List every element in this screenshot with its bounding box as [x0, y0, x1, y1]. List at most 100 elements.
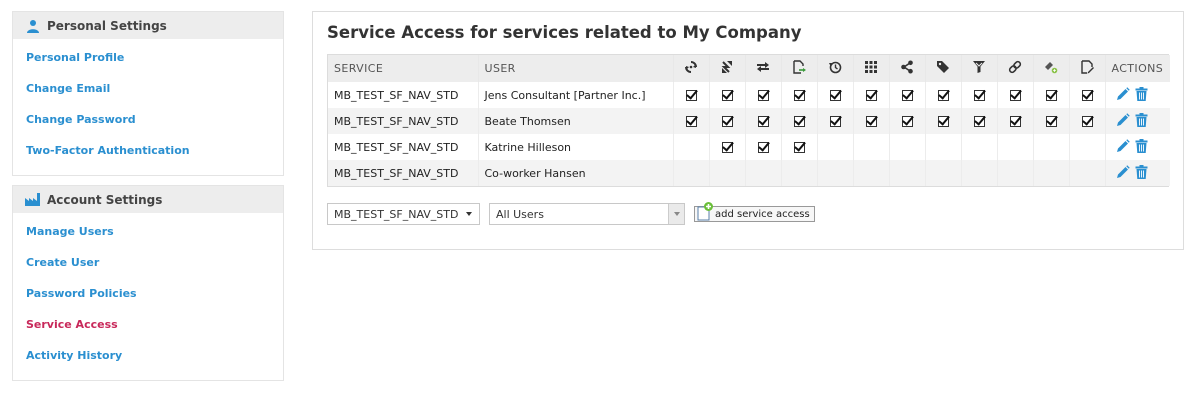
permission-cell-sync: [672, 108, 709, 134]
table-row: MB_TEST_SF_NAV_STD Katrine Hilleson: [328, 134, 1170, 160]
trash-icon[interactable]: [1135, 164, 1148, 182]
nav-manage-users[interactable]: Manage Users: [13, 221, 283, 252]
permission-cell-history: [816, 134, 853, 160]
account-settings-header: Account Settings: [13, 186, 283, 213]
service-cell: MB_TEST_SF_NAV_STD: [328, 82, 478, 108]
service-access-table: SERVICE USER ACTIONS MB_TEST_SF_NAV_STD …: [327, 54, 1170, 187]
table-header-row: SERVICE USER ACTIONS: [328, 55, 1170, 82]
checkbox-checked[interactable]: [757, 116, 769, 127]
checkbox-checked[interactable]: [937, 116, 949, 127]
checkbox-checked[interactable]: [721, 90, 733, 101]
permission-cell-swap: [744, 82, 781, 108]
pencil-icon[interactable]: [1116, 112, 1130, 130]
permission-cell-transfer: [708, 82, 745, 108]
service-access-card: Service Access for services related to M…: [312, 11, 1184, 250]
checkbox-checked[interactable]: [937, 90, 949, 101]
nav-create-user[interactable]: Create User: [13, 252, 283, 283]
checkbox-checked[interactable]: [685, 90, 697, 101]
permission-cell-history: [816, 82, 853, 108]
nav-two-factor-authentication[interactable]: Two-Factor Authentication: [13, 140, 283, 171]
permission-cell-export: [780, 160, 817, 186]
checkbox-checked[interactable]: [865, 116, 877, 127]
user-cell: Jens Consultant [Partner Inc.]: [477, 82, 673, 108]
nav-personal-profile[interactable]: Personal Profile: [13, 47, 283, 78]
actions-cell: [1104, 108, 1170, 134]
swap-icon: [744, 55, 781, 82]
checkbox-checked[interactable]: [1081, 116, 1093, 127]
checkbox-checked[interactable]: [829, 90, 841, 101]
permission-cell-link: [996, 134, 1033, 160]
nav-service-access[interactable]: Service Access: [13, 314, 283, 345]
export-icon: [780, 55, 817, 82]
checkbox-checked[interactable]: [901, 116, 913, 127]
checkbox-checked[interactable]: [829, 116, 841, 127]
service-select[interactable]: MB_TEST_SF_NAV_STD: [327, 203, 480, 225]
checkbox-checked[interactable]: [1009, 116, 1021, 127]
checkbox-checked[interactable]: [1045, 116, 1057, 127]
transfer-icon: [708, 55, 745, 82]
nav-change-email[interactable]: Change Email: [13, 78, 283, 109]
permission-cell-edit: [1068, 160, 1105, 186]
history-icon: [816, 55, 853, 82]
checkbox-checked[interactable]: [1045, 90, 1057, 101]
pencil-icon[interactable]: [1116, 86, 1130, 104]
permission-cell-swap: [744, 160, 781, 186]
permission-cell-sync: [672, 134, 709, 160]
checkbox-checked[interactable]: [793, 142, 805, 153]
service-select-value: MB_TEST_SF_NAV_STD: [334, 207, 459, 221]
table-row: MB_TEST_SF_NAV_STD Beate Thomsen: [328, 108, 1170, 134]
checkbox-checked[interactable]: [793, 116, 805, 127]
permission-cell-transfer: [708, 160, 745, 186]
permission-cell-swap: [744, 134, 781, 160]
permission-cell-share: [888, 108, 925, 134]
nav-change-password[interactable]: Change Password: [13, 109, 283, 140]
checkbox-checked[interactable]: [901, 90, 913, 101]
checkbox-checked[interactable]: [721, 116, 733, 127]
factory-icon: [25, 192, 40, 207]
permission-cell-transfer: [708, 108, 745, 134]
permission-cell-grid: [852, 134, 889, 160]
trash-icon[interactable]: [1135, 138, 1148, 156]
table-body: MB_TEST_SF_NAV_STD Jens Consultant [Partn…: [328, 82, 1170, 186]
checkbox-checked[interactable]: [1009, 90, 1021, 101]
add-access-controls: MB_TEST_SF_NAV_STD All Users add service…: [327, 202, 815, 225]
nav-password-policies[interactable]: Password Policies: [13, 283, 283, 314]
checkbox-checked[interactable]: [757, 142, 769, 153]
checkbox-checked[interactable]: [721, 142, 733, 153]
checkbox-checked[interactable]: [757, 90, 769, 101]
user-cell: Co-worker Hansen: [477, 160, 673, 186]
checkbox-checked[interactable]: [865, 90, 877, 101]
user-cell: Katrine Hilleson: [477, 134, 673, 160]
user-cell: Beate Thomsen: [477, 108, 673, 134]
checkbox-checked[interactable]: [973, 90, 985, 101]
permission-cell-transfer: [708, 134, 745, 160]
service-cell: MB_TEST_SF_NAV_STD: [328, 134, 478, 160]
permission-cell-key: [1032, 108, 1069, 134]
permission-cell-key: [1032, 134, 1069, 160]
checkbox-checked[interactable]: [1081, 90, 1093, 101]
user-select[interactable]: All Users: [489, 203, 685, 225]
dropdown-arrow-icon[interactable]: [668, 204, 684, 224]
actions-cell: [1104, 134, 1170, 160]
permission-cell-filter: [960, 134, 997, 160]
pencil-icon[interactable]: [1116, 164, 1130, 182]
checkbox-checked[interactable]: [793, 90, 805, 101]
permission-cell-link: [996, 82, 1033, 108]
checkbox-checked[interactable]: [973, 116, 985, 127]
checkbox-checked[interactable]: [685, 116, 697, 127]
link-icon: [996, 55, 1033, 82]
permission-cell-export: [780, 134, 817, 160]
permission-cell-link: [996, 108, 1033, 134]
pencil-icon[interactable]: [1116, 138, 1130, 156]
edit-icon: [1068, 55, 1105, 82]
permission-cell-tag: [924, 160, 961, 186]
column-header-actions: ACTIONS: [1104, 55, 1170, 82]
trash-icon[interactable]: [1135, 112, 1148, 130]
permission-cell-swap: [744, 108, 781, 134]
actions-cell: [1104, 160, 1170, 186]
permission-cell-history: [816, 108, 853, 134]
add-service-access-button[interactable]: add service access: [694, 202, 815, 222]
table-row: MB_TEST_SF_NAV_STD Co-worker Hansen: [328, 160, 1170, 186]
nav-activity-history[interactable]: Activity History: [13, 345, 283, 376]
trash-icon[interactable]: [1135, 86, 1148, 104]
